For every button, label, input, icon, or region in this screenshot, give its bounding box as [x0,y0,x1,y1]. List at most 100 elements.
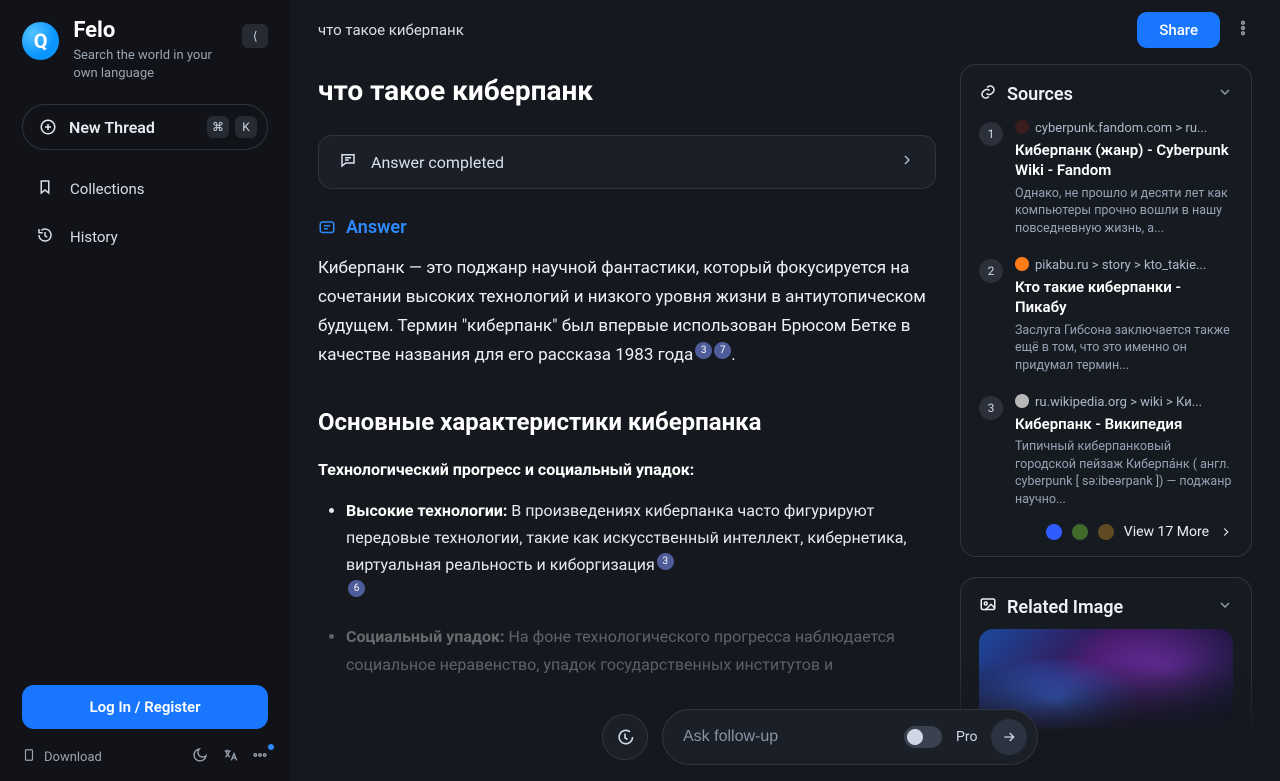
list-item: Социальный упадок: На фоне технологическ… [346,623,936,677]
content: что такое киберпанк Answer completed Ans… [290,60,1280,781]
plus-circle-icon [39,118,57,136]
answer-status-card[interactable]: Answer completed [318,135,936,189]
topbar-title: что такое киберпанк [318,21,464,39]
login-label: Log In / Register [90,698,201,716]
source-index: 1 [979,122,1003,146]
sidebar: Q Felo Search the world in your own lang… [0,0,290,781]
source-domain: pikabu.ru > story > kto_takie... [1015,257,1233,273]
source-snippet: Однако, не прошло и десяти лет как компь… [1015,185,1233,238]
share-label: Share [1159,21,1198,39]
sources-label: Sources [1007,84,1073,105]
favicon-icon [1015,394,1029,408]
source-snippet: Типичный киберпанковый городской пейзаж … [1015,438,1233,508]
sources-panel: Sources 1 cyberpunk.fandom.com > ru... К… [960,64,1252,557]
answer-label: Answer [346,217,407,238]
source-item[interactable]: 2 pikabu.ru > story > kto_takie... Кто т… [979,257,1233,374]
collapse-sources[interactable] [1217,84,1233,105]
send-button[interactable] [991,719,1027,755]
chevron-right-icon [1219,525,1233,539]
answer-status-text: Answer completed [371,153,504,172]
main: что такое киберпанк Share что такое кибе… [290,0,1280,781]
sources-list: 1 cyberpunk.fandom.com > ru... Киберпанк… [979,120,1233,508]
citation[interactable]: 3 [657,553,674,570]
view-more-label: View 17 More [1124,524,1209,540]
related-image-label: Related Image [1007,597,1123,618]
collapse-sidebar-button[interactable]: ⟨ [242,24,268,48]
source-title: Киберпанк (жанр) - Cyberpunk Wiki - Fand… [1015,140,1233,181]
bullet-lead: Высокие технологии: [346,501,507,520]
source-title: Кто такие киберпанки - Пикабу [1015,277,1233,318]
topbar: что такое киберпанк Share [290,0,1280,60]
brand-text: Felo Search the world in your own langua… [73,18,228,82]
more-menu[interactable] [252,747,268,767]
source-domain-text: pikabu.ru > story > kto_takie... [1035,258,1206,273]
section-heading: Основные характеристики киберпанка [318,408,936,436]
citation-3[interactable]: 3 [695,342,712,359]
bullet-list: Высокие технологии: В произведениях кибе… [318,497,936,678]
list-item: Высокие технологии: В произведениях кибе… [346,497,936,606]
favicon-icon [1098,524,1114,540]
pro-toggle[interactable] [904,726,942,748]
citation[interactable]: 6 [348,580,365,597]
login-register-button[interactable]: Log In / Register [22,685,268,729]
view-more-sources[interactable]: View 17 More [979,524,1233,540]
theme-toggle[interactable] [192,747,208,767]
sources-heading: Sources [979,83,1233,106]
chat-icon [339,151,357,173]
citation-7[interactable]: 7 [714,342,731,359]
followup-input-container: Pro [662,709,1038,765]
favicon-icon [1046,524,1062,540]
source-item[interactable]: 3 ru.wikipedia.org > wiki > Ки... Киберп… [979,394,1233,508]
kbd-k: K [235,116,257,138]
source-index: 2 [979,259,1003,283]
new-thread-shortcut: ⌘ K [207,116,257,138]
page-title: что такое киберпанк [318,74,936,107]
new-thread-label: New Thread [69,118,155,137]
answer-paragraph: Киберпанк — это поджанр научной фантасти… [318,254,936,370]
source-title: Киберпанк - Википедия [1015,414,1233,434]
collapse-related-image[interactable] [1217,597,1233,618]
link-icon [979,83,997,106]
source-index: 3 [979,396,1003,420]
source-domain-text: ru.wikipedia.org > wiki > Ки... [1035,395,1202,410]
brand: Q Felo Search the world in your own lang… [22,18,268,82]
brand-name: Felo [73,18,228,43]
right-panel: Sources 1 cyberpunk.fandom.com > ru... К… [960,64,1252,781]
article: что такое киберпанк Answer completed Ans… [318,64,936,781]
source-item[interactable]: 1 cyberpunk.fandom.com > ru... Киберпанк… [979,120,1233,237]
device-icon [22,748,36,766]
download-link[interactable]: Download [22,748,102,766]
sidebar-item-history[interactable]: History [22,216,268,258]
favicon-icon [1015,120,1029,134]
favicon-icon [1015,257,1029,271]
bookmark-icon [36,178,54,200]
source-domain: ru.wikipedia.org > wiki > Ки... [1015,394,1233,410]
collapse-icon: ⟨ [253,29,258,43]
related-image-heading: Related Image [979,596,1233,619]
brand-tagline: Search the world in your own language [73,47,228,82]
kbd-cmd: ⌘ [207,116,229,138]
answer-heading: Answer [318,217,936,238]
source-snippet: Заслуга Гибсона заключается также ещё в … [1015,322,1233,375]
download-label: Download [44,750,102,765]
history-icon [36,226,54,248]
brand-logo: Q [22,22,59,60]
sidebar-item-label: Collections [70,180,145,198]
subsection-heading: Технологический прогресс и социальный уп… [318,460,936,479]
answer-tail: . [731,345,735,365]
new-chat-fab[interactable] [602,714,648,760]
followup-input[interactable] [683,728,890,746]
sidebar-item-collections[interactable]: Collections [22,168,268,210]
sidebar-item-label: History [70,228,118,246]
sidebar-footer: Download [22,747,268,767]
topbar-more-menu[interactable] [1234,19,1252,42]
source-domain: cyberpunk.fandom.com > ru... [1015,120,1233,136]
source-domain-text: cyberpunk.fandom.com > ru... [1035,121,1207,136]
answer-text-body: Киберпанк — это поджанр научной фантасти… [318,258,926,365]
new-thread-button[interactable]: New Thread ⌘ K [22,104,268,150]
language-button[interactable] [222,747,238,767]
bullet-lead: Социальный упадок: [346,627,505,646]
chevron-right-icon [899,152,915,172]
share-button[interactable]: Share [1137,12,1220,48]
sidebar-nav: Collections History [22,168,268,258]
